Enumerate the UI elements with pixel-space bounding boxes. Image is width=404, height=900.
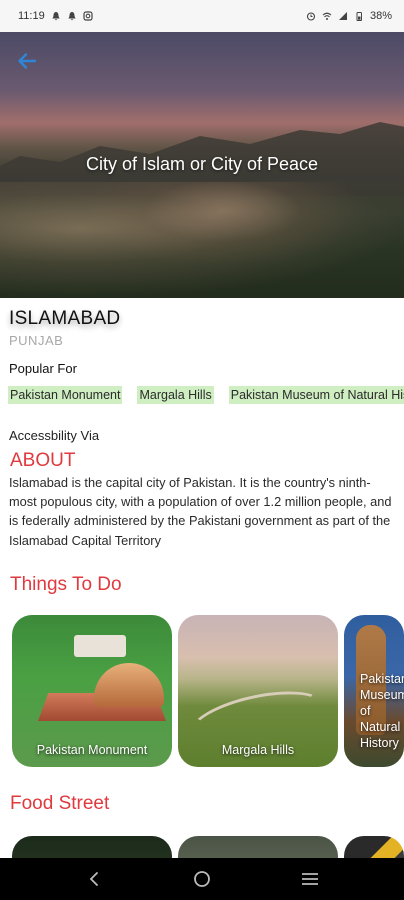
menu-nav-button[interactable] — [290, 859, 330, 899]
food-card[interactable] — [12, 836, 172, 858]
status-right: 38% — [306, 10, 392, 22]
attraction-card[interactable]: Pakistan Museum of Natural History — [344, 615, 404, 767]
home-nav-button[interactable] — [182, 859, 222, 899]
status-time: 11:19 — [18, 10, 45, 22]
battery-icon — [356, 12, 362, 21]
back-nav-button[interactable] — [74, 859, 114, 899]
home-nav-icon — [194, 871, 210, 887]
popular-chips: Pakistan Monument Margala Hills Pakistan M… — [8, 386, 404, 406]
instagram-icon — [83, 11, 93, 21]
alarm-icon — [306, 12, 316, 21]
battery-percent: 38% — [369, 10, 392, 22]
attraction-card[interactable]: Margala Hills — [178, 615, 338, 767]
monument-roof — [74, 635, 126, 657]
food-street-carousel[interactable] — [12, 836, 404, 858]
attraction-card-label: Pakistan Monument — [36, 743, 148, 757]
things-to-do-carousel[interactable]: Pakistan Monument Margala Hills Pakistan… — [12, 615, 404, 768]
hero-image: City of Islam or City of Peace — [0, 32, 404, 298]
status-bar: 11:19 38% — [0, 0, 404, 32]
province-name: PUNJAB — [9, 333, 64, 348]
accessibility-label: Accessbility Via — [9, 428, 100, 443]
popular-chip[interactable]: Pakistan Museum of Natural History — [228, 386, 404, 404]
system-nav-bar — [0, 858, 404, 900]
popular-for-label: Popular For — [9, 361, 77, 376]
city-name: ISLAMABAD — [9, 308, 121, 329]
back-nav-icon — [89, 872, 98, 886]
things-to-do-heading: Things To Do — [10, 574, 122, 595]
about-heading: ABOUT — [10, 450, 76, 471]
attraction-card-label: Margala Hills — [221, 743, 295, 757]
hero-tagline: City of Islam or City of Peace — [85, 154, 319, 174]
city-aerial — [0, 182, 404, 298]
food-card[interactable] — [178, 836, 338, 858]
notification-bell-icon — [68, 12, 76, 21]
attraction-card-label: Pakistan Museum of Natural History — [360, 672, 404, 750]
wifi-icon — [322, 12, 332, 20]
signal-icon — [338, 12, 347, 20]
menu-nav-icon — [302, 873, 318, 885]
status-left: 11:19 — [18, 10, 93, 22]
food-street-heading: Food Street — [10, 793, 110, 814]
notification-bell-icon — [52, 12, 60, 21]
about-text: Islamabad is the capital city of Pakista… — [9, 475, 392, 548]
popular-chip[interactable]: Pakistan Monument — [8, 386, 123, 404]
popular-chip[interactable]: Margala Hills — [137, 386, 214, 404]
monument-dome — [94, 663, 164, 707]
attraction-card[interactable]: Pakistan Monument — [12, 615, 172, 767]
food-card[interactable] — [344, 836, 404, 858]
back-arrow-icon[interactable] — [14, 48, 40, 74]
